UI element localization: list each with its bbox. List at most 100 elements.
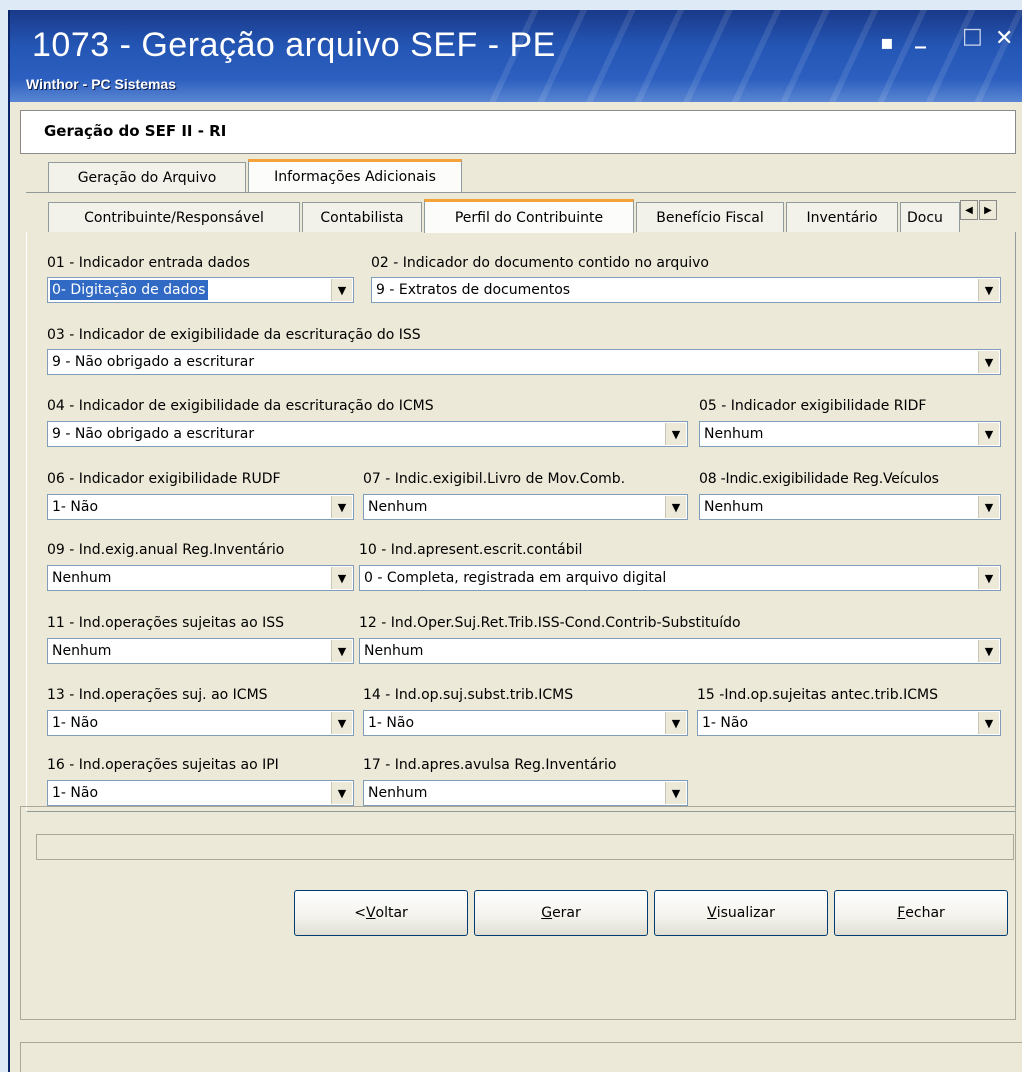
app-window: 1073 - Geração arquivo SEF - PE Winthor … — [8, 10, 1022, 1072]
field-17-label: 17 - Ind.apres.avulsa Reg.Inventário — [363, 757, 617, 773]
field-04-value: 9 - Não obrigado a escriturar — [52, 426, 255, 442]
chevron-down-icon: ▼ — [331, 496, 352, 518]
tab-beneficio-fiscal[interactable]: Benefício Fiscal — [636, 202, 784, 232]
tab-label: Benefício Fiscal — [656, 209, 764, 226]
minimize-icon[interactable]: _ — [915, 24, 926, 49]
chevron-down-icon: ▼ — [331, 279, 352, 301]
chevron-down-icon: ▼ — [978, 640, 999, 662]
title-bar[interactable]: 1073 - Geração arquivo SEF - PE Winthor … — [10, 10, 1022, 102]
chevron-down-icon: ▼ — [978, 496, 999, 518]
tab-label: Geração do Arquivo — [77, 169, 217, 186]
field-08-select[interactable]: Nenhum ▼ — [699, 494, 1001, 520]
field-01-label: 01 - Indicador entrada dados — [47, 255, 250, 271]
tab-label: Contribuinte/Responsável — [84, 209, 264, 226]
field-05-select[interactable]: Nenhum ▼ — [699, 421, 1001, 447]
field-17-value: Nenhum — [368, 785, 428, 801]
chevron-down-icon: ▼ — [978, 279, 999, 301]
field-06-label: 06 - Indicador exigibilidade RUDF — [47, 471, 281, 487]
field-15-select[interactable]: 1- Não ▼ — [697, 710, 1001, 736]
field-16-label: 16 - Ind.operações sujeitas ao IPI — [47, 757, 279, 773]
tab-inventario[interactable]: Inventário — [786, 202, 898, 232]
field-09-value: Nenhum — [52, 570, 112, 586]
field-13-label: 13 - Ind.operações suj. ao ICMS — [47, 687, 268, 703]
tab-contabilista[interactable]: Contabilista — [302, 202, 422, 232]
chevron-down-icon: ▼ — [978, 351, 999, 373]
maximize-icon[interactable]: □ — [962, 24, 983, 49]
field-14-label: 14 - Ind.op.suj.subst.trib.ICMS — [363, 687, 574, 703]
progress-bar — [36, 834, 1014, 860]
header-panel: Geração do SEF II - RI — [20, 110, 1016, 154]
field-03-value: 9 - Não obrigado a escriturar — [52, 354, 255, 370]
field-11-select[interactable]: Nenhum ▼ — [47, 638, 354, 664]
field-07-value: Nenhum — [368, 499, 428, 515]
field-03-label: 03 - Indicador de exigibilidade da escri… — [47, 327, 421, 343]
tab-label: Docu — [907, 209, 943, 226]
gerar-label: erar — [552, 905, 581, 921]
form-panel: 01 - Indicador entrada dados 0- Digitaçã… — [26, 232, 1016, 812]
chevron-down-icon: ▼ — [978, 567, 999, 589]
field-16-select[interactable]: 1- Não ▼ — [47, 780, 354, 806]
field-15-label: 15 -Ind.op.sujeitas antec.trib.ICMS — [697, 687, 938, 703]
field-02-value: 9 - Extratos de documentos — [376, 282, 571, 298]
tab-row-divider — [26, 192, 1016, 193]
field-15-value: 1- Não — [702, 715, 749, 731]
visualizar-button[interactable]: Visualizar — [654, 890, 828, 936]
visualizar-label: isualizar — [716, 905, 775, 921]
fechar-button[interactable]: Fechar — [834, 890, 1008, 936]
chevron-down-icon: ▼ — [665, 496, 686, 518]
gerar-accel: G — [541, 905, 553, 921]
field-11-label: 11 - Ind.operações sujeitas ao ISS — [47, 615, 284, 631]
tab-contribuinte-responsavel[interactable]: Contribuinte/Responsável — [48, 202, 300, 232]
chevron-down-icon: ▼ — [978, 712, 999, 734]
field-14-select[interactable]: 1- Não ▼ — [363, 710, 688, 736]
close-icon[interactable]: ✕ — [995, 26, 1013, 51]
tab-informacoes-adicionais[interactable]: Informações Adicionais — [248, 159, 462, 192]
tab-scroll-left-icon[interactable]: ◀ — [960, 200, 978, 220]
field-11-value: Nenhum — [52, 643, 112, 659]
field-01-value: 0- Digitação de dados — [50, 280, 209, 300]
fechar-label: echar — [905, 905, 945, 921]
field-07-select[interactable]: Nenhum ▼ — [363, 494, 688, 520]
field-10-label: 10 - Ind.apresent.escrit.contábil — [359, 542, 583, 558]
field-13-select[interactable]: 1- Não ▼ — [47, 710, 354, 736]
tab-documentos[interactable]: Docu — [900, 202, 960, 232]
chevron-down-icon: ▼ — [331, 782, 352, 804]
tab-label: Perfil do Contribuinte — [454, 209, 604, 226]
gerar-button[interactable]: Gerar — [474, 890, 648, 936]
field-04-select[interactable]: 9 - Não obrigado a escriturar ▼ — [47, 421, 688, 447]
field-02-select[interactable]: 9 - Extratos de documentos ▼ — [371, 277, 1001, 303]
voltar-button[interactable]: < Voltar — [294, 890, 468, 936]
tab-perfil-contribuinte[interactable]: Perfil do Contribuinte — [424, 199, 634, 233]
field-09-label: 09 - Ind.exig.anual Reg.Inventário — [47, 542, 285, 558]
chevron-down-icon: ▼ — [665, 423, 686, 445]
field-05-label: 05 - Indicador exigibilidade RIDF — [699, 398, 927, 414]
field-06-value: 1- Não — [52, 499, 99, 515]
field-01-select[interactable]: 0- Digitação de dados ▼ — [47, 277, 354, 303]
field-02-label: 02 - Indicador do documento contido no a… — [371, 255, 709, 271]
window-title: 1073 - Geração arquivo SEF - PE — [32, 26, 556, 64]
field-12-select[interactable]: Nenhum ▼ — [359, 638, 1001, 664]
chevron-down-icon: ▼ — [331, 712, 352, 734]
window-subtitle: Winthor - PC Sistemas — [26, 76, 177, 92]
tab-label: Inventário — [806, 209, 878, 226]
field-16-value: 1- Não — [52, 785, 99, 801]
field-13-value: 1- Não — [52, 715, 99, 731]
tab-geracao-arquivo[interactable]: Geração do Arquivo — [48, 162, 246, 192]
tab-scroll-right-icon[interactable]: ▶ — [979, 200, 997, 220]
field-17-select[interactable]: Nenhum ▼ — [363, 780, 688, 806]
voltar-label: oltar — [375, 905, 408, 921]
field-03-select[interactable]: 9 - Não obrigado a escriturar ▼ — [47, 349, 1001, 375]
field-12-value: Nenhum — [364, 643, 424, 659]
chevron-down-icon: ▼ — [331, 640, 352, 662]
field-08-label: 08 -Indic.exigibilidade Reg.Veículos — [699, 471, 939, 487]
field-07-label: 07 - Indic.exigibil.Livro de Mov.Comb. — [363, 471, 626, 487]
field-09-select[interactable]: Nenhum ▼ — [47, 565, 354, 591]
field-06-select[interactable]: 1- Não ▼ — [47, 494, 354, 520]
page-title: Geração do SEF II - RI — [44, 122, 227, 140]
status-bar — [20, 1042, 1022, 1072]
field-10-value: 0 - Completa, registrada em arquivo digi… — [364, 570, 667, 586]
field-04-label: 04 - Indicador de exigibilidade da escri… — [47, 398, 434, 414]
field-10-select[interactable]: 0 - Completa, registrada em arquivo digi… — [359, 565, 1001, 591]
chevron-down-icon: ▼ — [331, 567, 352, 589]
restore-icon[interactable]: ▪ — [880, 30, 894, 54]
